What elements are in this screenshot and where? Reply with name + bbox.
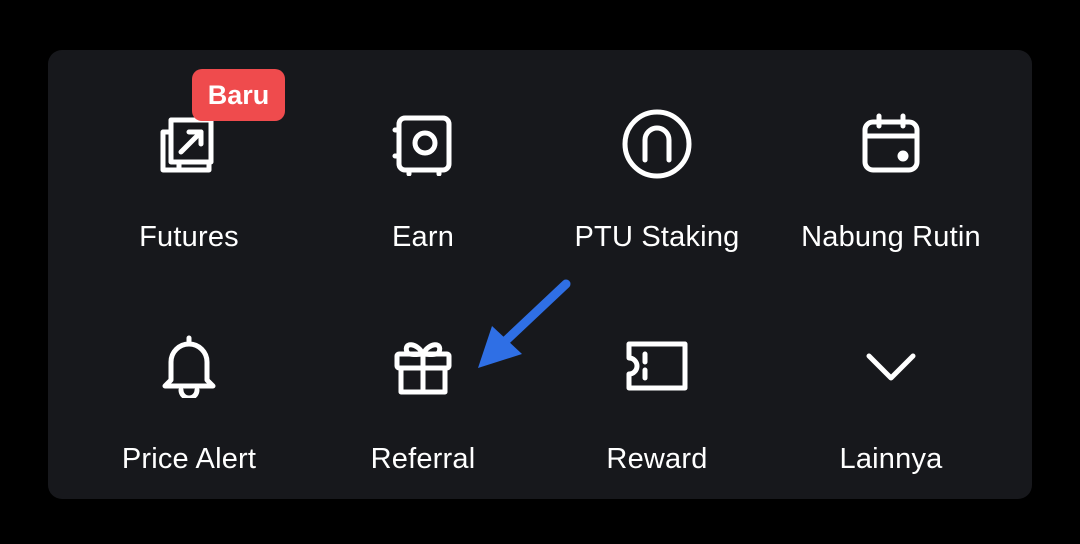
safe-icon [383, 104, 463, 184]
chevron-down-icon [851, 326, 931, 406]
menu-item-label: Nabung Rutin [801, 221, 981, 253]
menu-item-label: Referral [370, 443, 476, 475]
ticket-icon [617, 326, 697, 406]
calendar-icon [851, 104, 931, 184]
menu-item-label: Price Alert [121, 443, 257, 475]
menu-item-label: Futures [139, 221, 239, 253]
gift-icon [383, 326, 463, 406]
menu-item-label: Lainnya [839, 443, 943, 475]
menu-item-nabung-rutin[interactable]: Nabung Rutin [771, 104, 1011, 254]
menu-item-label: Earn [391, 221, 455, 253]
menu-item-label: PTU Staking [574, 221, 740, 253]
ptu-icon [617, 104, 697, 184]
menu-item-price-alert[interactable]: Price Alert [69, 326, 309, 476]
menu-item-reward[interactable]: Reward [537, 326, 777, 476]
menu-item-ptu-staking[interactable]: PTU Staking [537, 104, 777, 254]
menu-item-earn[interactable]: Earn [303, 104, 543, 254]
bell-icon [149, 326, 229, 406]
menu-item-referral[interactable]: Referral [303, 326, 543, 476]
menu-item-futures[interactable]: Futures [69, 104, 309, 254]
menu-item-label: Reward [606, 443, 708, 475]
menu-item-lainnya[interactable]: Lainnya [771, 326, 1011, 476]
new-badge: Baru [192, 69, 285, 121]
